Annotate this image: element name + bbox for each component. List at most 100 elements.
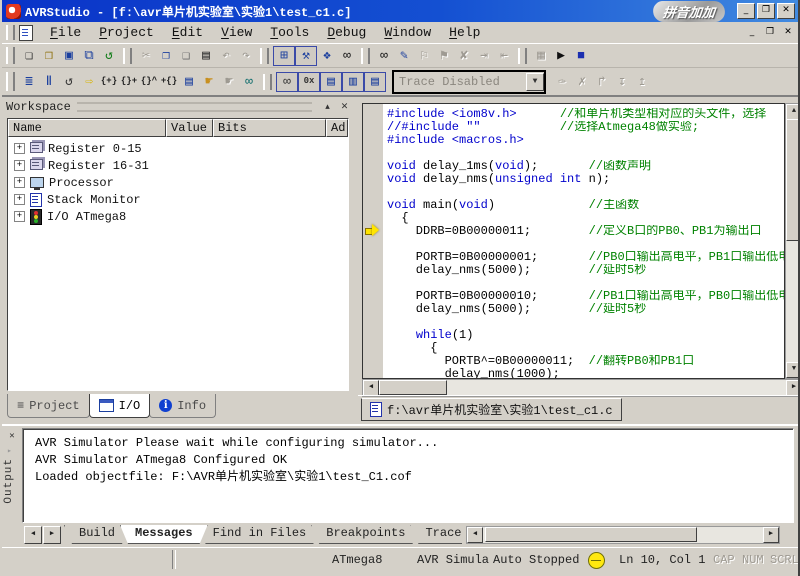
menu-window[interactable]: Window — [375, 23, 440, 42]
tree-item[interactable]: +Processor — [8, 174, 348, 191]
clear-bookmarks-icon[interactable]: ✘ — [454, 46, 474, 65]
pause-icon[interactable]: Ⅱ — [39, 72, 59, 91]
step-into-icon[interactable]: {+} — [99, 72, 119, 91]
code-line[interactable]: void main(void) //主函数 — [387, 199, 784, 212]
chevron-down-icon[interactable]: ▼ — [526, 73, 544, 91]
breakpoint-margin[interactable] — [363, 104, 383, 378]
vertical-scroll-thumb[interactable] — [786, 119, 800, 241]
code-line[interactable]: PORTB=0B00000010; //PB1口输出高电平，PB0口输出低电平 — [387, 290, 784, 303]
scroll-down-icon[interactable]: ▼ — [786, 362, 800, 378]
tab-breakpoints[interactable]: Breakpoints — [311, 525, 420, 544]
column-bits[interactable]: Bits — [213, 119, 326, 137]
column-address[interactable]: Ad — [326, 119, 348, 137]
close-icon[interactable]: ✕ — [337, 101, 352, 114]
close-icon[interactable]: ✕ — [5, 430, 19, 443]
tree-item[interactable]: +Register 16-31 — [8, 157, 348, 174]
code-line[interactable]: { — [387, 212, 784, 225]
code-line[interactable]: delay_nms(1000); — [387, 368, 784, 378]
expand-plus-icon[interactable]: + — [14, 211, 25, 222]
code-line[interactable]: while(1) — [387, 329, 784, 342]
menu-help[interactable]: Help — [440, 23, 489, 42]
new-file-icon[interactable]: ❏ — [19, 46, 39, 65]
cascade-windows-icon[interactable]: ❖ — [317, 46, 337, 65]
stop-icon[interactable]: ■ — [571, 46, 591, 65]
tab-scroll-left-icon[interactable]: ◀ — [24, 526, 42, 544]
scroll-right-icon[interactable]: ▶ — [763, 527, 779, 543]
tab-messages[interactable]: Messages — [120, 525, 208, 544]
code-line[interactable]: delay_nms(5000); //延时5秒 — [387, 303, 784, 316]
paste-icon[interactable]: ❑ — [176, 46, 196, 65]
workspace-drag-handle[interactable] — [77, 102, 312, 112]
code-line[interactable]: PORTB^=0B00000011; //翻转PB0和PB1口 — [387, 355, 784, 368]
toolbar-grip[interactable] — [6, 72, 15, 91]
run-to-cursor-icon[interactable]: +{} — [159, 72, 179, 91]
step-over-icon[interactable]: {}+ — [119, 72, 139, 91]
save-all-icon[interactable]: ⧉ — [79, 46, 99, 65]
code-line[interactable]: void delay_nms(unsigned int n); — [387, 173, 784, 186]
memory-window-icon[interactable]: ▤ — [320, 72, 342, 92]
find-icon[interactable]: ∞ — [374, 46, 394, 65]
code-line[interactable] — [387, 186, 784, 199]
expand-icon[interactable]: ▸ — [7, 446, 12, 456]
save-file-icon[interactable]: ▣ — [59, 46, 79, 65]
menu-tools[interactable]: Tools — [261, 23, 318, 42]
editor-vertical-scrollbar[interactable]: ▲ ▼ — [785, 103, 800, 379]
auto-step-icon[interactable]: ≣ — [19, 72, 39, 91]
toggle-output-window-icon[interactable]: ⚒ — [295, 46, 317, 66]
code-line[interactable]: #include <iom8v.h> //和单片机类型相对应的头文件，选择 — [387, 108, 784, 121]
scroll-left-icon[interactable]: ◀ — [363, 380, 379, 396]
collapse-icon[interactable]: ▴ — [320, 101, 335, 114]
menubar-grip[interactable] — [6, 25, 15, 40]
print-icon[interactable]: ▤ — [196, 46, 216, 65]
tab-build[interactable]: Build — [64, 525, 130, 544]
file-tab[interactable]: f:\avr单片机实验室\实验1\test_c1.c — [361, 398, 622, 421]
redo-icon[interactable]: ↷ — [236, 46, 256, 65]
code-text[interactable]: #include <iom8v.h> //和单片机类型相对应的头文件，选择//#… — [387, 108, 784, 378]
tab-info[interactable]: iInfo — [149, 394, 216, 418]
toggle-workspace-window-icon[interactable]: ⊞ — [273, 46, 295, 66]
code-line[interactable] — [387, 238, 784, 251]
multi-step-icon[interactable]: ▤ — [179, 72, 199, 91]
close-icon[interactable]: ✕ — [777, 3, 795, 19]
break-disabled-icon[interactable]: ☛ — [219, 72, 239, 91]
output-log[interactable]: AVR Simulator Please wait while configur… — [22, 428, 794, 523]
scroll-right-icon[interactable]: ▶ — [786, 380, 800, 396]
expand-plus-icon[interactable]: + — [14, 143, 25, 154]
code-line[interactable] — [387, 147, 784, 160]
horizontal-scroll-thumb[interactable] — [485, 527, 697, 542]
minimize-icon[interactable]: _ — [737, 3, 755, 19]
tab-io[interactable]: I/O — [89, 394, 151, 418]
open-file-icon[interactable]: ❒ — [39, 46, 59, 65]
restore-icon[interactable]: ❐ — [757, 3, 775, 19]
expand-plus-icon[interactable]: + — [14, 194, 25, 205]
expand-plus-icon[interactable]: + — [14, 160, 25, 171]
trace-top-icon[interactable]: ↥ — [632, 72, 652, 91]
horizontal-scroll-thumb[interactable] — [379, 380, 447, 395]
cut-icon[interactable]: ✂ — [136, 46, 156, 65]
trace-mode-select[interactable]: Trace Disabled ▼ — [392, 70, 546, 94]
tree-item[interactable]: +Register 0-15 — [8, 140, 348, 157]
code-line[interactable]: DDRB=0B00000011; //定义B口的PB0、PB1为输出口 — [387, 225, 784, 238]
edit-bookmark-icon[interactable]: ✎ — [394, 46, 414, 65]
undo-icon[interactable]: ↶ — [216, 46, 236, 65]
disassembler-window-icon[interactable]: ▥ — [342, 72, 364, 92]
code-line[interactable]: #include <macros.h> — [387, 134, 784, 147]
message-window-icon[interactable]: ▤ — [364, 72, 386, 92]
code-line[interactable]: PORTB=0B00000001; //PB0口输出高电平，PB1口输出低电平 — [387, 251, 784, 264]
code-line[interactable] — [387, 277, 784, 290]
child-close-icon[interactable]: ✕ — [780, 26, 796, 40]
register-window-icon[interactable]: 0x — [298, 72, 320, 92]
find-in-files-window-icon[interactable]: ∞ — [337, 46, 357, 65]
child-minimize-icon[interactable]: _ — [744, 26, 760, 40]
output-horizontal-scrollbar[interactable]: ◀ ▶ — [466, 526, 780, 544]
copy-icon[interactable]: ❐ — [156, 46, 176, 65]
code-line[interactable]: //#include "" //选择Atmega48做实验; — [387, 121, 784, 134]
child-restore-icon[interactable]: ❐ — [762, 26, 778, 40]
indent-icon[interactable]: ⇥ — [474, 46, 494, 65]
menu-project[interactable]: Project — [90, 23, 163, 42]
menu-edit[interactable]: Edit — [163, 23, 212, 42]
code-line[interactable] — [387, 316, 784, 329]
document-system-icon[interactable] — [19, 25, 33, 41]
code-line[interactable]: delay_nms(5000); //延时5秒 — [387, 264, 784, 277]
trace-jump-icon[interactable]: ↱ — [592, 72, 612, 91]
